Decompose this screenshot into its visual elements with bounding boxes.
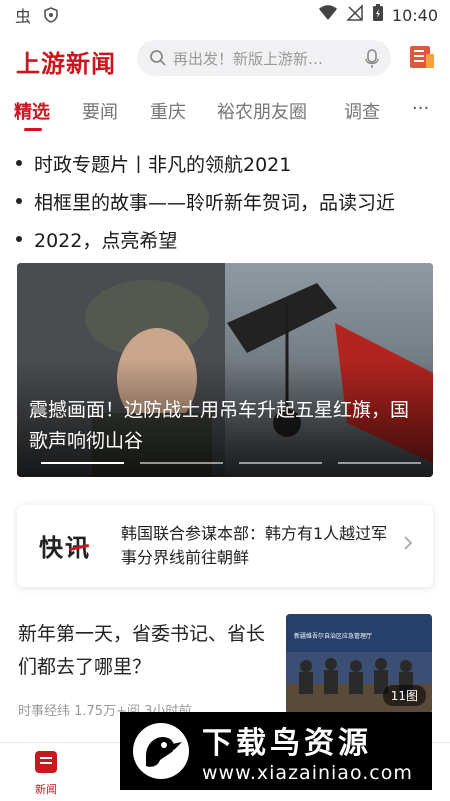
search-icon xyxy=(149,49,167,71)
flash-news-text: 韩国联合参谋本部：韩方有1人越过军事分界线前往朝鲜 xyxy=(121,524,388,567)
watermark-overlay: 下载鸟资源 www.xiazainiao.com xyxy=(120,712,432,790)
shield-icon xyxy=(42,6,60,24)
thumbnail-sign: 新疆维吾尔自治区应急管理厅 xyxy=(294,632,372,640)
headline-item[interactable]: 2022，点亮希望 xyxy=(16,220,446,258)
carousel-dot xyxy=(338,462,421,464)
no-signal-icon xyxy=(346,4,364,26)
banner-carousel[interactable]: 震撼画面！边防战士用吊车升起五星红旗，国歌声响彻山谷 xyxy=(17,263,433,477)
banner-caption: 震撼画面！边防战士用吊车升起五星红旗，国歌声响彻山谷 xyxy=(29,399,410,452)
nav-news-label: 新闻 xyxy=(35,783,57,796)
app-header: 上游新闻 再出发！新版上游新… xyxy=(0,36,450,86)
bullet-icon xyxy=(16,160,22,166)
headline-text: 2022，点亮希望 xyxy=(34,229,178,252)
image-count-badge: 11图 xyxy=(382,685,426,706)
channel-tabs: 精选 要闻 重庆 裕农朋友圈 调查 ··· xyxy=(0,94,450,134)
nav-news-button[interactable]: 新闻 xyxy=(26,749,66,797)
headline-item[interactable]: 时政专题片丨非凡的领航2021 xyxy=(16,144,446,182)
tab-yunong-friends[interactable]: 裕农朋友圈 xyxy=(217,98,307,124)
headline-text: 相框里的故事——聆听新年贺词，品读习近 xyxy=(34,191,396,214)
watermark-title: 下载鸟资源 xyxy=(202,726,372,761)
clock-time: 10:40 xyxy=(391,5,438,25)
article-item[interactable]: 新年第一天，省委书记、省长们都去了哪里？ 时事经纬 1.75万+阅 3小时前 新… xyxy=(18,614,438,724)
chevron-right-icon xyxy=(403,535,413,555)
active-tab-indicator xyxy=(24,128,42,131)
article-title: 新年第一天，省委书记、省长们都去了哪里？ xyxy=(18,623,266,678)
search-placeholder: 再出发！新版上游新… xyxy=(173,50,324,68)
app-logo: 上游新闻 xyxy=(16,49,116,78)
headline-list: 时政专题片丨非凡的领航2021 相框里的故事——聆听新年贺词，品读习近 2022… xyxy=(16,144,446,258)
carousel-dot xyxy=(41,462,124,464)
news-icon xyxy=(35,751,57,773)
headline-text: 时政专题片丨非凡的领航2021 xyxy=(34,153,292,176)
bug-app-icon: 虫 xyxy=(14,6,32,26)
notebook-icon[interactable] xyxy=(408,44,436,74)
microphone-icon[interactable] xyxy=(365,49,379,73)
status-bar: 虫 10:40 xyxy=(0,0,450,32)
battery-icon xyxy=(372,4,384,26)
tab-important[interactable]: 要闻 xyxy=(82,98,118,124)
tab-investigation[interactable]: 调查 xyxy=(344,98,380,124)
bullet-icon xyxy=(16,198,22,204)
tab-chongqing[interactable]: 重庆 xyxy=(150,98,186,124)
bird-logo-icon xyxy=(130,720,192,782)
search-bar[interactable]: 再出发！新版上游新… xyxy=(137,40,391,76)
tab-featured[interactable]: 精选 xyxy=(14,98,50,124)
article-thumbnail: 新疆维吾尔自治区应急管理厅 11图 xyxy=(286,614,432,714)
carousel-dot xyxy=(140,462,223,464)
watermark-url: www.xiazainiao.com xyxy=(202,762,413,784)
carousel-indicator xyxy=(41,462,421,464)
bullet-icon xyxy=(16,236,22,242)
flash-news-card[interactable]: 快讯 韩国联合参谋本部：韩方有1人越过军事分界线前往朝鲜 xyxy=(17,505,433,587)
flash-news-tag: 快讯 xyxy=(39,528,91,563)
more-tabs-button[interactable]: ··· xyxy=(412,98,429,119)
carousel-dot xyxy=(239,462,322,464)
wifi-icon xyxy=(318,4,338,26)
headline-item[interactable]: 相框里的故事——聆听新年贺词，品读习近 xyxy=(16,182,446,220)
svg-text:虫: 虫 xyxy=(15,7,31,26)
